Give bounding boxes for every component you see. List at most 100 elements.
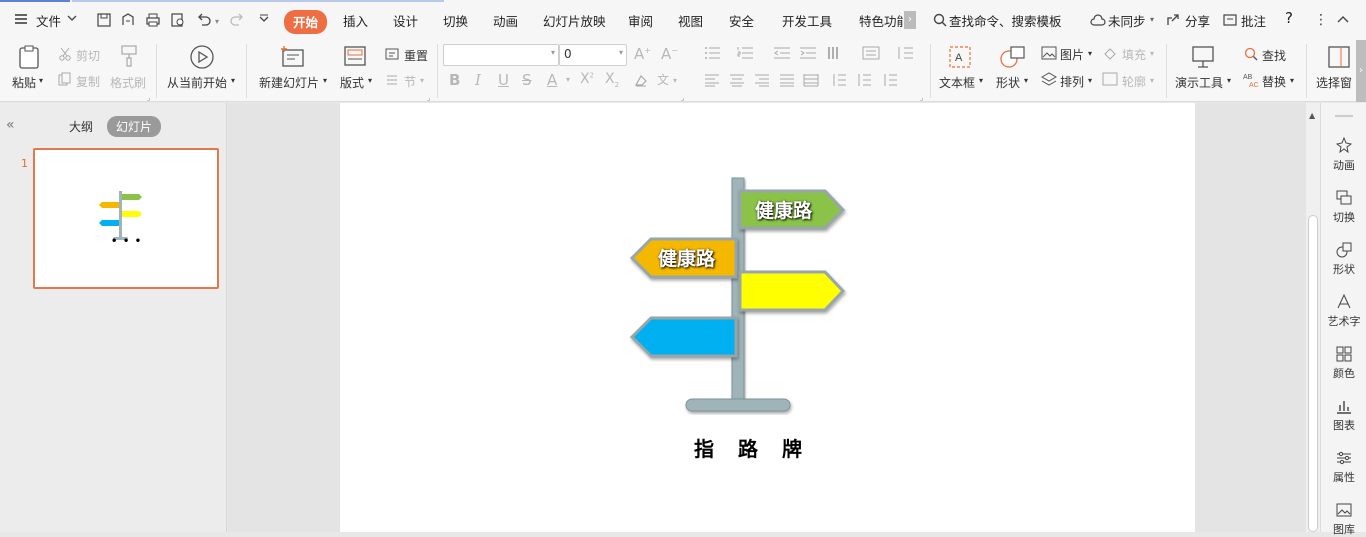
panel-gallery[interactable]: 图库 [1321,521,1366,537]
ribbon-scroll-right-icon[interactable]: › [1356,40,1366,102]
shape-dropdown-icon[interactable]: ▾ [1024,76,1028,85]
align-text-icon[interactable] [862,46,880,63]
paste-dropdown-icon[interactable]: ▾ [39,76,43,85]
slide-thumbnail[interactable]: • • • [33,148,219,289]
tab-outline[interactable]: 大纲 [69,118,93,135]
new-slide-icon[interactable] [280,44,306,73]
panel-color[interactable]: 颜色 [1321,365,1366,381]
increase-font-icon[interactable]: A+ [634,45,651,63]
panel-properties[interactable]: 属性 [1321,469,1366,485]
chevron-down-icon[interactable] [66,12,78,26]
reset-icon[interactable] [385,47,399,64]
decrease-font-icon[interactable]: A− [661,45,678,63]
fill-icon[interactable] [1102,46,1118,63]
selection-pane-button[interactable]: 选择窗 [1316,74,1356,91]
clipboard-dialog-launcher-icon[interactable]: ⌟ [147,94,150,102]
tab-review[interactable]: 审阅 [628,11,653,30]
sign-green-label[interactable]: 健康路 [755,196,812,223]
vertical-scrollbar[interactable]: ▲ [1306,103,1320,532]
align-left-icon[interactable] [704,73,720,90]
tab-transition[interactable]: 切换 [443,11,468,30]
presentation-tools-dropdown-icon[interactable]: ▾ [1227,76,1231,85]
outline-dropdown-icon[interactable]: ▾ [1150,76,1154,85]
tab-insert[interactable]: 插入 [343,11,368,30]
subscript-icon[interactable]: X2 [605,71,619,89]
strikethrough-icon[interactable]: S [522,71,532,89]
layout-button[interactable]: 版式 [340,74,364,91]
paste-icon[interactable] [16,44,42,73]
reset-button[interactable]: 重置 [404,47,428,64]
panel-transition[interactable]: 切换 [1321,209,1366,225]
print-preview-icon[interactable] [170,12,186,31]
presentation-tools-button[interactable]: 演示工具 [1175,74,1223,91]
clear-format-icon[interactable] [633,73,649,90]
section-button[interactable]: 节 [404,73,416,90]
shape-panel-icon[interactable] [1336,242,1352,261]
tab-special[interactable]: 特色功能 [859,11,903,30]
scissors-icon[interactable] [58,47,72,64]
arrange-icon[interactable] [1040,72,1058,89]
numbered-list-icon[interactable] [737,46,755,63]
paragraph-spacing-icon[interactable] [831,73,847,90]
copy-button[interactable]: 复制 [76,73,100,90]
shape-button[interactable]: 形状 [996,74,1020,91]
quick-access-dropdown-icon[interactable] [258,13,270,28]
gallery-icon[interactable] [1336,502,1352,521]
column-spacing-icon[interactable] [856,73,872,90]
section-icon[interactable] [385,73,399,90]
panel-shape[interactable]: 形状 [1321,261,1366,277]
tab-slideshow[interactable]: 幻灯片放映 [543,11,606,30]
start-from-current-dropdown-icon[interactable]: ▾ [231,76,235,85]
section-dropdown-icon[interactable]: ▾ [420,76,424,85]
tabs-scroll-right-icon[interactable]: › [904,11,916,29]
outline-icon[interactable] [1102,72,1118,89]
decrease-indent-icon[interactable] [773,46,791,63]
panel-animation[interactable]: 动画 [1321,157,1366,173]
underline-icon[interactable]: U [498,71,509,89]
paste-button[interactable]: 粘贴 [12,74,36,91]
indent-spacing-icon[interactable] [882,73,898,90]
fill-button[interactable]: 填充 [1122,46,1146,63]
more-options-icon[interactable]: ⋮ [1314,12,1328,28]
help-button[interactable]: ? [1285,9,1293,27]
text-direction-icon[interactable] [826,45,846,64]
sign-orange-label[interactable]: 健康路 [658,244,715,271]
color-icon[interactable] [1336,346,1352,365]
slides-dialog-launcher-icon[interactable]: ⌟ [427,94,430,102]
collapse-ribbon-icon[interactable] [1336,13,1350,28]
signpost-graphic[interactable] [340,103,1195,532]
file-menu[interactable]: 文件 [36,11,61,30]
new-slide-dropdown-icon[interactable]: ▾ [323,76,327,85]
increase-indent-icon[interactable] [799,46,817,63]
replace-dropdown-icon[interactable]: ▾ [1290,76,1294,85]
wordart-icon[interactable] [1336,293,1352,313]
bold-icon[interactable]: B [449,71,460,89]
replace-button[interactable]: 替换 [1262,73,1286,90]
tab-security[interactable]: 安全 [729,11,754,30]
search-icon[interactable] [933,13,947,30]
align-right-icon[interactable] [754,73,770,90]
picture-dropdown-icon[interactable]: ▾ [1088,49,1092,58]
font-dialog-launcher-icon[interactable]: ⌟ [681,94,684,102]
share-icon[interactable] [1165,12,1181,31]
tab-view[interactable]: 视图 [678,11,703,30]
play-icon[interactable] [189,44,215,73]
transition-icon[interactable] [1336,190,1352,209]
panel-wordart[interactable]: 艺术字 [1321,313,1366,329]
fill-dropdown-icon[interactable]: ▾ [1150,49,1154,58]
undo-icon[interactable] [196,12,212,31]
save-icon[interactable] [96,12,112,31]
collapse-panel-icon[interactable]: « [6,117,15,133]
presentation-tools-icon[interactable] [1190,44,1216,73]
picture-icon[interactable] [1041,46,1057,63]
paragraph-dialog-launcher-icon[interactable]: ⌟ [920,94,923,102]
scrollbar-thumb[interactable] [1308,215,1318,532]
cloud-sync-icon[interactable] [1090,13,1106,30]
format-painter-icon[interactable] [119,44,139,71]
font-color-dropdown-icon[interactable]: ▾ [566,75,570,84]
scroll-up-icon[interactable]: ▲ [1309,111,1315,120]
tab-slides[interactable]: 幻灯片 [107,116,162,137]
phonetic-dropdown-icon[interactable]: ▾ [673,76,677,85]
selection-pane-icon[interactable] [1326,44,1352,73]
command-search-input[interactable]: 查找命令、搜索模板 [949,11,1062,30]
